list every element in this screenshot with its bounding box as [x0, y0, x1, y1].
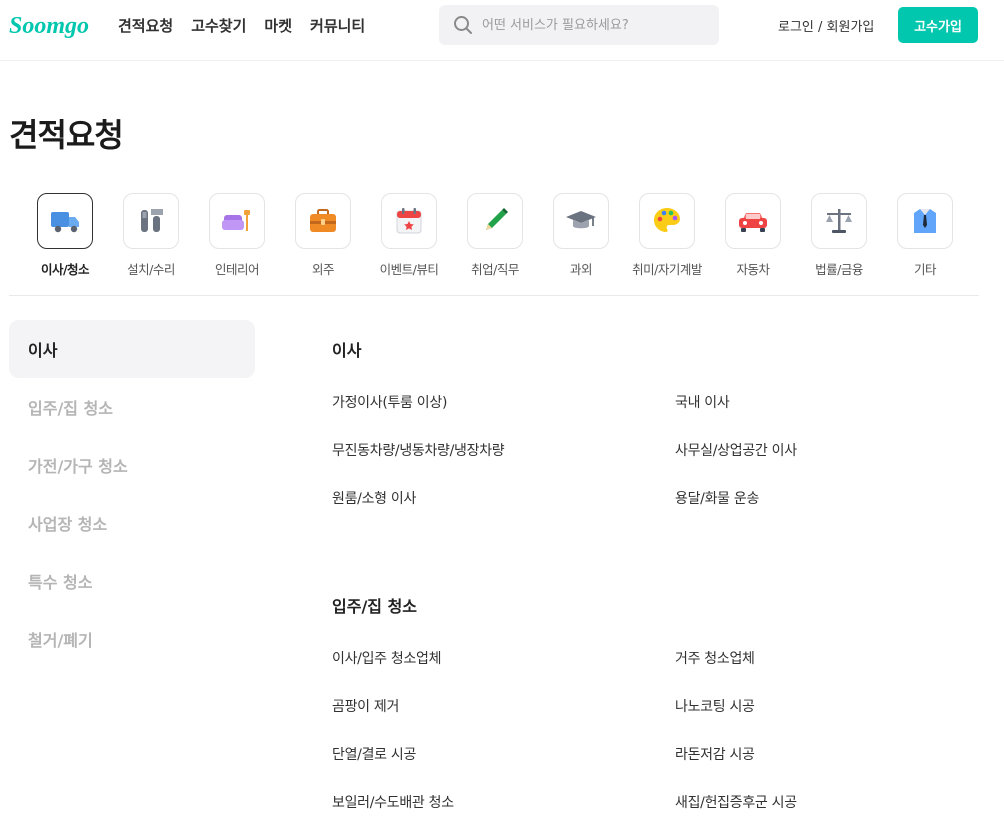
category-job-career[interactable]: 취업/직무: [452, 193, 538, 278]
category-icon-box: [639, 193, 695, 249]
nav-market[interactable]: 마켓: [264, 15, 292, 36]
category-interior[interactable]: 인테리어: [194, 193, 280, 278]
search-icon: [454, 16, 472, 34]
category-icon-box: [295, 193, 351, 249]
top-header: Soomgo 견적요청 고수찾기 마켓 커뮤니티 로그인 / 회원가입 고수가입: [0, 0, 1004, 61]
calendar-icon: [396, 208, 422, 234]
category-icon-box: [725, 193, 781, 249]
category-event-beauty[interactable]: 이벤트/뷰티: [366, 193, 452, 278]
category-label: 인테리어: [214, 262, 260, 277]
category-label: 취업/직무: [471, 262, 519, 277]
nav-estimate-request[interactable]: 견적요청: [118, 15, 173, 36]
sidebar-item-special-cleaning[interactable]: 특수 청소: [9, 552, 255, 610]
sidebar-item-move-in-cleaning[interactable]: 입주/집 청소: [9, 378, 255, 436]
category-moving-cleaning[interactable]: 이사/청소: [22, 193, 108, 278]
briefcase-icon: [310, 209, 336, 232]
pencil-icon: [486, 208, 508, 230]
category-label: 자동차: [736, 262, 770, 277]
sidebar-item-demolition[interactable]: 철거/폐기: [9, 610, 255, 668]
sidebar-item-moving[interactable]: 이사: [9, 320, 255, 378]
service-item[interactable]: 나노코팅 시공: [675, 682, 975, 730]
section-divider: [9, 295, 979, 296]
category-etc[interactable]: 기타: [882, 193, 968, 278]
sidebar-item-appliance-cleaning[interactable]: 가전/가구 청소: [9, 436, 255, 494]
nav-find-pro[interactable]: 고수찾기: [191, 15, 246, 36]
category-label: 취미/자기계발: [632, 262, 702, 277]
category-icon-box: [553, 193, 609, 249]
main-nav: 견적요청 고수찾기 마켓 커뮤니티: [118, 15, 365, 36]
section-title: 이사: [332, 341, 362, 360]
pro-signup-button[interactable]: 고수가입: [898, 7, 978, 43]
service-item[interactable]: 이사/입주 청소업체: [332, 634, 675, 682]
logo-text: Soomgo: [9, 13, 89, 39]
nav-community[interactable]: 커뮤니티: [310, 15, 365, 36]
category-icon-box: [37, 193, 93, 249]
category-label: 과외: [569, 262, 593, 277]
sidebar-item-business-cleaning[interactable]: 사업장 청소: [9, 494, 255, 552]
category-label: 법률/금융: [815, 262, 863, 277]
category-icon-box: [897, 193, 953, 249]
page-title: 견적요청: [9, 116, 124, 154]
category-icon-box: [467, 193, 523, 249]
service-item[interactable]: 용달/화물 운송: [675, 474, 975, 522]
service-item[interactable]: 사무실/상업공간 이사: [675, 426, 975, 474]
section-title: 입주/집 청소: [332, 597, 418, 616]
category-icon-box: [123, 193, 179, 249]
category-icon-box: [381, 193, 437, 249]
shirt-icon: [914, 209, 936, 233]
search-bar[interactable]: [439, 5, 719, 45]
service-list: 이사 가정이사(투룸 이상) 국내 이사 무진동차량/냉동차량/냉장차량 사무실…: [332, 320, 992, 840]
service-item[interactable]: 보일러/수도배관 청소: [332, 778, 675, 826]
service-item[interactable]: 가정이사(투룸 이상): [332, 378, 675, 426]
service-item[interactable]: 곰팡이 제거: [332, 682, 675, 730]
category-label: 이사/청소: [40, 262, 90, 277]
category-outsourcing[interactable]: 외주: [280, 193, 366, 278]
login-signup-link[interactable]: 로그인 / 회원가입: [778, 16, 874, 35]
soomgo-logo[interactable]: Soomgo: [9, 8, 91, 42]
category-label: 외주: [311, 262, 335, 277]
service-section-moving: 이사 가정이사(투룸 이상) 국내 이사 무진동차량/냉동차량/냉장차량 사무실…: [332, 320, 992, 522]
category-label: 설치/수리: [127, 262, 175, 277]
category-icon-box: [811, 193, 867, 249]
service-item[interactable]: 새집/헌집증후군 시공: [675, 778, 975, 826]
category-tutoring[interactable]: 과외: [538, 193, 624, 278]
graduation-cap-icon: [566, 211, 596, 229]
category-label: 이벤트/뷰티: [379, 262, 439, 277]
car-icon: [739, 213, 767, 232]
search-input[interactable]: [482, 17, 702, 33]
service-grid: 이사/입주 청소업체 거주 청소업체 곰팡이 제거 나노코팅 시공 단열/결로 …: [332, 634, 992, 826]
service-item[interactable]: 원룸/소형 이사: [332, 474, 675, 522]
service-grid: 가정이사(투룸 이상) 국내 이사 무진동차량/냉동차량/냉장차량 사무실/상업…: [332, 378, 992, 522]
category-icon-box: [209, 193, 265, 249]
category-law-finance[interactable]: 법률/금융: [796, 193, 882, 278]
category-label: 기타: [913, 262, 937, 277]
service-item[interactable]: 라돈저감 시공: [675, 730, 975, 778]
category-install-repair[interactable]: 설치/수리: [108, 193, 194, 278]
category-car[interactable]: 자동차: [710, 193, 796, 278]
tools-icon: [141, 209, 163, 232]
subcategory-sidebar: 이사 입주/집 청소 가전/가구 청소 사업장 청소 특수 청소 철거/폐기: [9, 320, 255, 668]
truck-icon: [51, 212, 79, 233]
service-item[interactable]: 거주 청소업체: [675, 634, 975, 682]
palette-icon: [654, 208, 680, 232]
category-list: 이사/청소 설치/수리 인테리어 외주 이벤트/뷰티 취업/직무 과외 취미/자…: [22, 193, 968, 278]
sofa-icon: [222, 210, 250, 231]
service-section-move-in-cleaning: 입주/집 청소 이사/입주 청소업체 거주 청소업체 곰팡이 제거 나노코팅 시…: [332, 576, 992, 826]
category-hobby[interactable]: 취미/자기계발: [624, 193, 710, 278]
scales-icon: [826, 209, 852, 233]
service-item[interactable]: 단열/결로 시공: [332, 730, 675, 778]
service-item[interactable]: 무진동차량/냉동차량/냉장차량: [332, 426, 675, 474]
service-item[interactable]: 국내 이사: [675, 378, 975, 426]
